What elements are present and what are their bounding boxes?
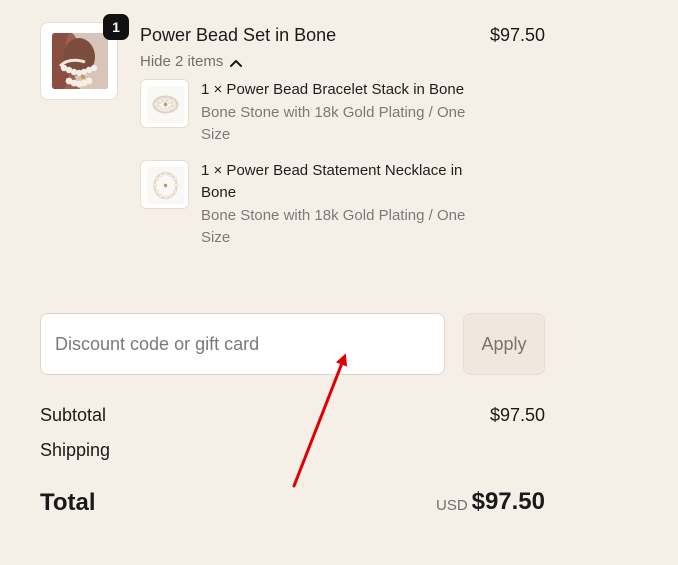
- product-price: $97.50: [489, 25, 545, 45]
- chevron-up-icon: [230, 59, 243, 67]
- subtotal-value: $97.50: [489, 405, 545, 425]
- discount-code-input[interactable]: [40, 313, 445, 375]
- subtotal-label: Subtotal: [40, 405, 107, 425]
- necklace-variant: Bone Stone with 18k Gold Plating / One S…: [201, 207, 466, 246]
- bracelet-image-frame: [147, 86, 184, 123]
- necklace-image: [147, 167, 184, 204]
- shipping-label: Shipping: [40, 440, 111, 460]
- bracelet-title: 1 × Power Bead Bracelet Stack in Bone: [201, 81, 465, 98]
- quantity-badge: 1: [103, 14, 129, 40]
- necklace-title: 1 × Power Bead Statement Necklace in Bon…: [201, 162, 463, 201]
- necklace-image-frame: [147, 167, 184, 204]
- total-currency: USD: [436, 497, 468, 514]
- bracelet-image: [147, 86, 184, 123]
- hide-items-label: Hide 2 items: [140, 53, 224, 70]
- total-value: $97.50: [471, 488, 545, 515]
- bracelet-thumbnail: [140, 79, 189, 128]
- total-label: Total: [40, 489, 96, 516]
- bracelet-variant: Bone Stone with 18k Gold Plating / One S…: [201, 104, 466, 143]
- product-model-image: [52, 33, 108, 89]
- bundle-item-bracelet: 1 × Power Bead Bracelet Stack in Bone Bo…: [140, 79, 470, 147]
- apply-discount-button[interactable]: Apply: [463, 313, 545, 375]
- hide-items-toggle[interactable]: Hide 2 items: [140, 52, 243, 72]
- product-photo: [52, 33, 108, 89]
- bundle-item-necklace: 1 × Power Bead Statement Necklace in Bon…: [140, 160, 470, 248]
- product-title: Power Bead Set in Bone: [140, 25, 337, 45]
- necklace-thumbnail: [140, 160, 189, 209]
